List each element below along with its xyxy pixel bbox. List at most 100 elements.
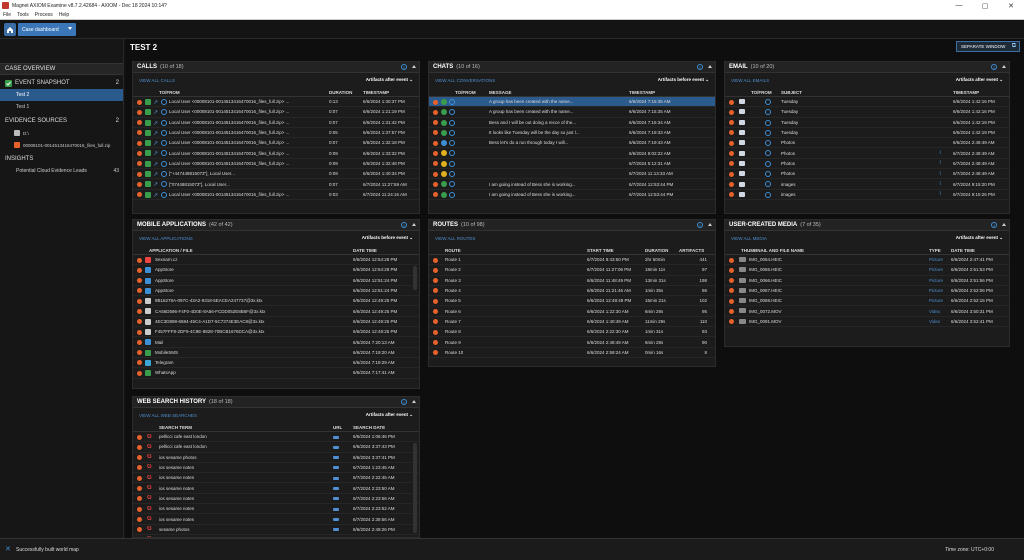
menu-file[interactable]: File <box>3 12 11 18</box>
table-row[interactable]: Gios sesame notes 6/7/2024 2:39:56 AM <box>133 514 419 525</box>
view-all-emails-link[interactable]: VIEW ALL EMAILS <box>731 78 769 83</box>
view-all-calls-link[interactable]: VIEW ALL CALLS <box>139 78 175 83</box>
info-icon[interactable]: i <box>697 222 703 228</box>
table-row[interactable]: ↗ Local User <00008101-0014513416470016_f… <box>133 159 419 170</box>
menu-tools[interactable]: Tools <box>17 12 29 18</box>
artifacts-filter-dropdown[interactable]: Artifacts after event ⌄ <box>956 77 1003 83</box>
table-row[interactable]: AppStore 6/6/2024 12:51:24 PM <box>133 276 419 286</box>
table-row[interactable]: Photos 6/6/2024 2:48:49 AM <box>725 138 1009 149</box>
sidebar-item-drive-d[interactable]: D:\ <box>0 127 123 139</box>
info-icon[interactable]: i <box>991 222 997 228</box>
table-row[interactable]: MobileSMS 6/6/2024 7:19:20 AM <box>133 348 419 358</box>
home-button[interactable] <box>4 23 16 36</box>
col-message[interactable]: MESSAGE <box>489 90 512 95</box>
col-to-from[interactable]: TO/FROM <box>159 90 180 95</box>
artifacts-filter-dropdown[interactable]: Artifacts before event ⌄ <box>658 77 709 83</box>
table-row[interactable]: Gios sesame notes 6/7/2024 2:23:56 AM <box>133 494 419 505</box>
evidence-sources-section[interactable]: EVIDENCE SOURCES 2 <box>0 115 123 127</box>
collapse-icon[interactable] <box>412 65 416 68</box>
sidebar-item-test1[interactable]: Test 1 <box>0 101 123 113</box>
sidebar-item-cloud-leads[interactable]: Potential Cloud Evidence Leads 43 <box>0 165 123 177</box>
table-row[interactable]: images ⌇ 6/7/2024 9:15:20 PM <box>725 179 1009 190</box>
sidebar-item-zip[interactable]: 00008101-0014513416470016_files_full.zip <box>0 139 123 151</box>
menu-process[interactable]: Process <box>35 12 53 18</box>
view-all-routes-link[interactable]: VIEW ALL ROUTES <box>435 236 475 241</box>
case-dashboard-dropdown[interactable]: Case dashboard <box>18 23 76 36</box>
table-row[interactable]: ↗ ["07448815073"], Local User... 0:07 6/7/2… <box>133 179 419 190</box>
table-row[interactable]: Route 10 6/6/2024 2:59:24 AM 0min 16s 8 <box>429 348 715 358</box>
collapse-icon[interactable] <box>412 400 416 403</box>
view-all-web-searches-link[interactable]: VIEW ALL WEB SEARCHES <box>139 413 197 418</box>
table-row[interactable]: IMG_0066.HEIC Picture 6/6/2024 2:51:56 PM <box>725 276 1009 286</box>
table-row[interactable]: 6/7/2024 11:13:33 AM <box>429 169 715 180</box>
table-row[interactable]: Route 2 6/7/2024 11:27:06 PM 18min 11s 97 <box>429 265 715 276</box>
view-all-conversations-link[interactable]: VIEW ALL CONVERSATIONS <box>435 78 495 83</box>
table-row[interactable]: AppStore 6/6/2024 12:51:24 PM <box>133 286 419 297</box>
table-row[interactable]: ↗ ["+447448815073"], Local User... 0:09 6/6… <box>133 169 419 180</box>
table-row[interactable]: ↗ Local User <00008101-0014513416470016_f… <box>133 190 419 200</box>
minimize-button[interactable]: — <box>946 0 972 11</box>
table-row[interactable]: Route 4 6/6/2024 11:21:46 AM 1min 35s 86 <box>429 286 715 297</box>
table-row[interactable]: Gpellicci cafe east london 6/6/2024 1:06:… <box>133 432 419 443</box>
view-all-applications-link[interactable]: VIEW ALL APPLICATIONS <box>139 236 193 241</box>
table-row[interactable]: IMG_0072.MOV Video 6/6/2024 3:50:31 PM <box>725 306 1009 317</box>
separate-window-button[interactable]: SEPARATE WINDOW ⧉ <box>956 41 1020 52</box>
table-row[interactable]: Mail 6/6/2024 7:20:13 AM <box>133 337 419 348</box>
table-row[interactable]: 6/7/2024 5:12:31 AM <box>429 159 715 170</box>
col-type[interactable]: TYPE <box>929 248 941 253</box>
table-row[interactable]: F457FFF8-2DF9-4C9E-8828-70BCB1676DCA@3x.… <box>133 327 419 338</box>
collapse-icon[interactable] <box>708 223 712 226</box>
info-icon[interactable]: i <box>991 64 997 70</box>
table-row[interactable]: Tuesday 6/6/2024 1:42:16 PM <box>725 97 1009 108</box>
menu-help[interactable]: Help <box>59 12 69 18</box>
collapse-icon[interactable] <box>708 65 712 68</box>
view-all-media-link[interactable]: VIEW ALL MEDIA <box>731 236 767 241</box>
col-subject[interactable]: SUBJECT <box>781 90 802 95</box>
table-row[interactable]: Telegram 6/6/2024 7:19:29 AM <box>133 358 419 369</box>
table-row[interactable]: IMG_0064.HEIC Picture 6/6/2024 2:47:41 PM <box>725 255 1009 266</box>
table-row[interactable]: Route 6 6/6/2024 1:22:30 AM 6min 28s 95 <box>429 306 715 317</box>
col-timestamp[interactable]: TIMESTAMP <box>629 90 655 95</box>
table-row[interactable]: Sexnarn.cz 6/6/2024 12:54:28 PM <box>133 255 419 266</box>
col-date-time[interactable]: DATE TIME <box>353 248 377 253</box>
table-row[interactable]: AppStore 6/6/2024 12:54:28 PM <box>133 265 419 276</box>
info-icon[interactable]: i <box>697 64 703 70</box>
table-row[interactable]: Gios sesame notes 6/7/2024 2:23:50 AM <box>133 483 419 494</box>
collapse-icon[interactable] <box>412 223 416 226</box>
table-row[interactable]: Photos ⌇ 6/7/2024 2:48:49 AM <box>725 159 1009 170</box>
insights-section[interactable]: INSIGHTS <box>0 153 123 165</box>
artifacts-filter-dropdown[interactable]: Artifacts after event ⌄ <box>956 235 1003 241</box>
col-to-from[interactable]: TO/FROM <box>751 90 772 95</box>
table-row[interactable]: Tuesday 6/6/2024 1:42:19 PM <box>725 128 1009 139</box>
table-row[interactable]: ↗ Local User <00008101-0014513416470016_f… <box>133 97 419 108</box>
table-row[interactable]: ↗ Local User <00008101-0014513416470016_f… <box>133 128 419 139</box>
table-row[interactable]: Gios sesame notes 6/7/2024 2:22:45 AM <box>133 473 419 484</box>
table-row[interactable]: Tuesday 6/6/2024 1:42:19 PM <box>725 118 1009 128</box>
table-row[interactable]: Route 3 6/6/2024 11:48:49 PM 13min 31s 198 <box>429 276 715 286</box>
maximize-button[interactable]: ▢ <box>972 0 998 11</box>
table-row[interactable]: IMG_0065.HEIC Picture 6/6/2024 2:51:53 PM <box>725 265 1009 276</box>
table-row[interactable]: It looks like Tuesday will be the day so… <box>429 128 715 139</box>
table-row[interactable]: CA56D596-F4F0-4D0E-8A56-FCDD052E8B6F@3x.… <box>133 306 419 317</box>
col-artifacts[interactable]: ARTIFACTS <box>679 248 704 253</box>
table-row[interactable]: Route 9 6/6/2024 2:48:49 AM 6min 28s 90 <box>429 337 715 348</box>
table-row[interactable]: I am going instead of Bess she is workin… <box>429 190 715 200</box>
col-thumbnail[interactable]: THUMBNAIL AND FILE NAME <box>741 248 804 253</box>
table-row[interactable]: ↗ Local User <00008101-0014513416470016_f… <box>133 148 419 159</box>
table-row[interactable]: Route 1 6/7/2024 8:43:50 PM 2hr 50min 441 <box>429 255 715 266</box>
artifacts-filter-dropdown[interactable]: Artifacts after event ⌄ <box>366 412 413 418</box>
table-row[interactable]: ↗ Local User <00008101-0014513416470016_f… <box>133 138 419 149</box>
table-row[interactable]: A group has been created with the name..… <box>429 107 715 118</box>
dismiss-icon[interactable]: ✕ <box>5 545 11 553</box>
table-row[interactable]: ↗ Local User <00008101-0014513416470016_f… <box>133 118 419 128</box>
table-row[interactable]: images ⌇ 6/7/2024 9:15:26 PM <box>725 190 1009 200</box>
collapse-icon[interactable] <box>1002 223 1006 226</box>
table-row[interactable]: Gsesame photos 6/6/2024 2:49:26 PM <box>133 525 419 535</box>
table-row[interactable]: Gios sesame notes 6/7/2024 2:23:52 AM <box>133 504 419 515</box>
info-icon[interactable]: i <box>401 64 407 70</box>
table-row[interactable]: 4EC3D898-6584-45C4-A1D7-5C7374E3EAC8@3x.… <box>133 317 419 328</box>
collapse-icon[interactable] <box>1002 65 1006 68</box>
table-row[interactable]: Route 8 6/6/2024 2:22:30 AM 1min 31s 93 <box>429 327 715 338</box>
sidebar-item-test2[interactable]: Test 2 <box>0 89 123 101</box>
table-row[interactable]: IMG_0067.HEIC Picture 6/6/2024 2:52:06 PM <box>725 286 1009 297</box>
